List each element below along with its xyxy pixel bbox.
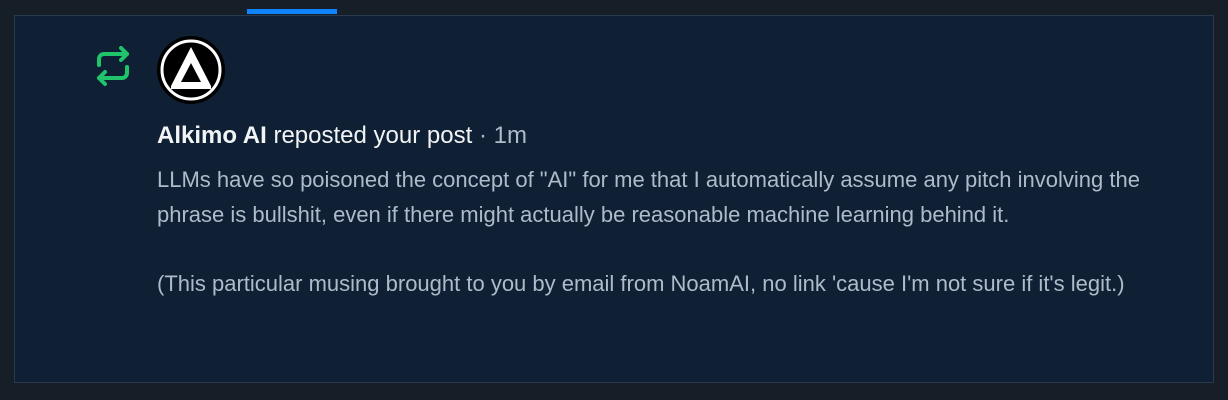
- post-paragraph: LLMs have so poisoned the concept of "AI…: [157, 167, 1140, 227]
- post-content[interactable]: LLMs have so poisoned the concept of "AI…: [157, 163, 1197, 301]
- notification-headline: Alkimo AI reposted your post · 1m: [157, 120, 527, 152]
- active-tab-indicator: [247, 9, 337, 14]
- next-item-edge: [0, 383, 1228, 400]
- repost-icon: [97, 46, 129, 86]
- post-paragraph: (This particular musing brought to you b…: [157, 270, 1125, 296]
- alkimo-logo-icon: [157, 36, 225, 104]
- separator-dot: ·: [478, 122, 487, 149]
- timestamp: 1m: [493, 122, 527, 149]
- notification-item[interactable]: Alkimo AI reposted your post · 1m LLMs h…: [14, 15, 1214, 383]
- notification-action: reposted your post: [273, 122, 473, 149]
- app-frame: Alkimo AI reposted your post · 1m LLMs h…: [0, 0, 1228, 400]
- author-name[interactable]: Alkimo AI: [157, 122, 267, 149]
- avatar[interactable]: [157, 36, 225, 104]
- tab-bar: [0, 0, 1228, 15]
